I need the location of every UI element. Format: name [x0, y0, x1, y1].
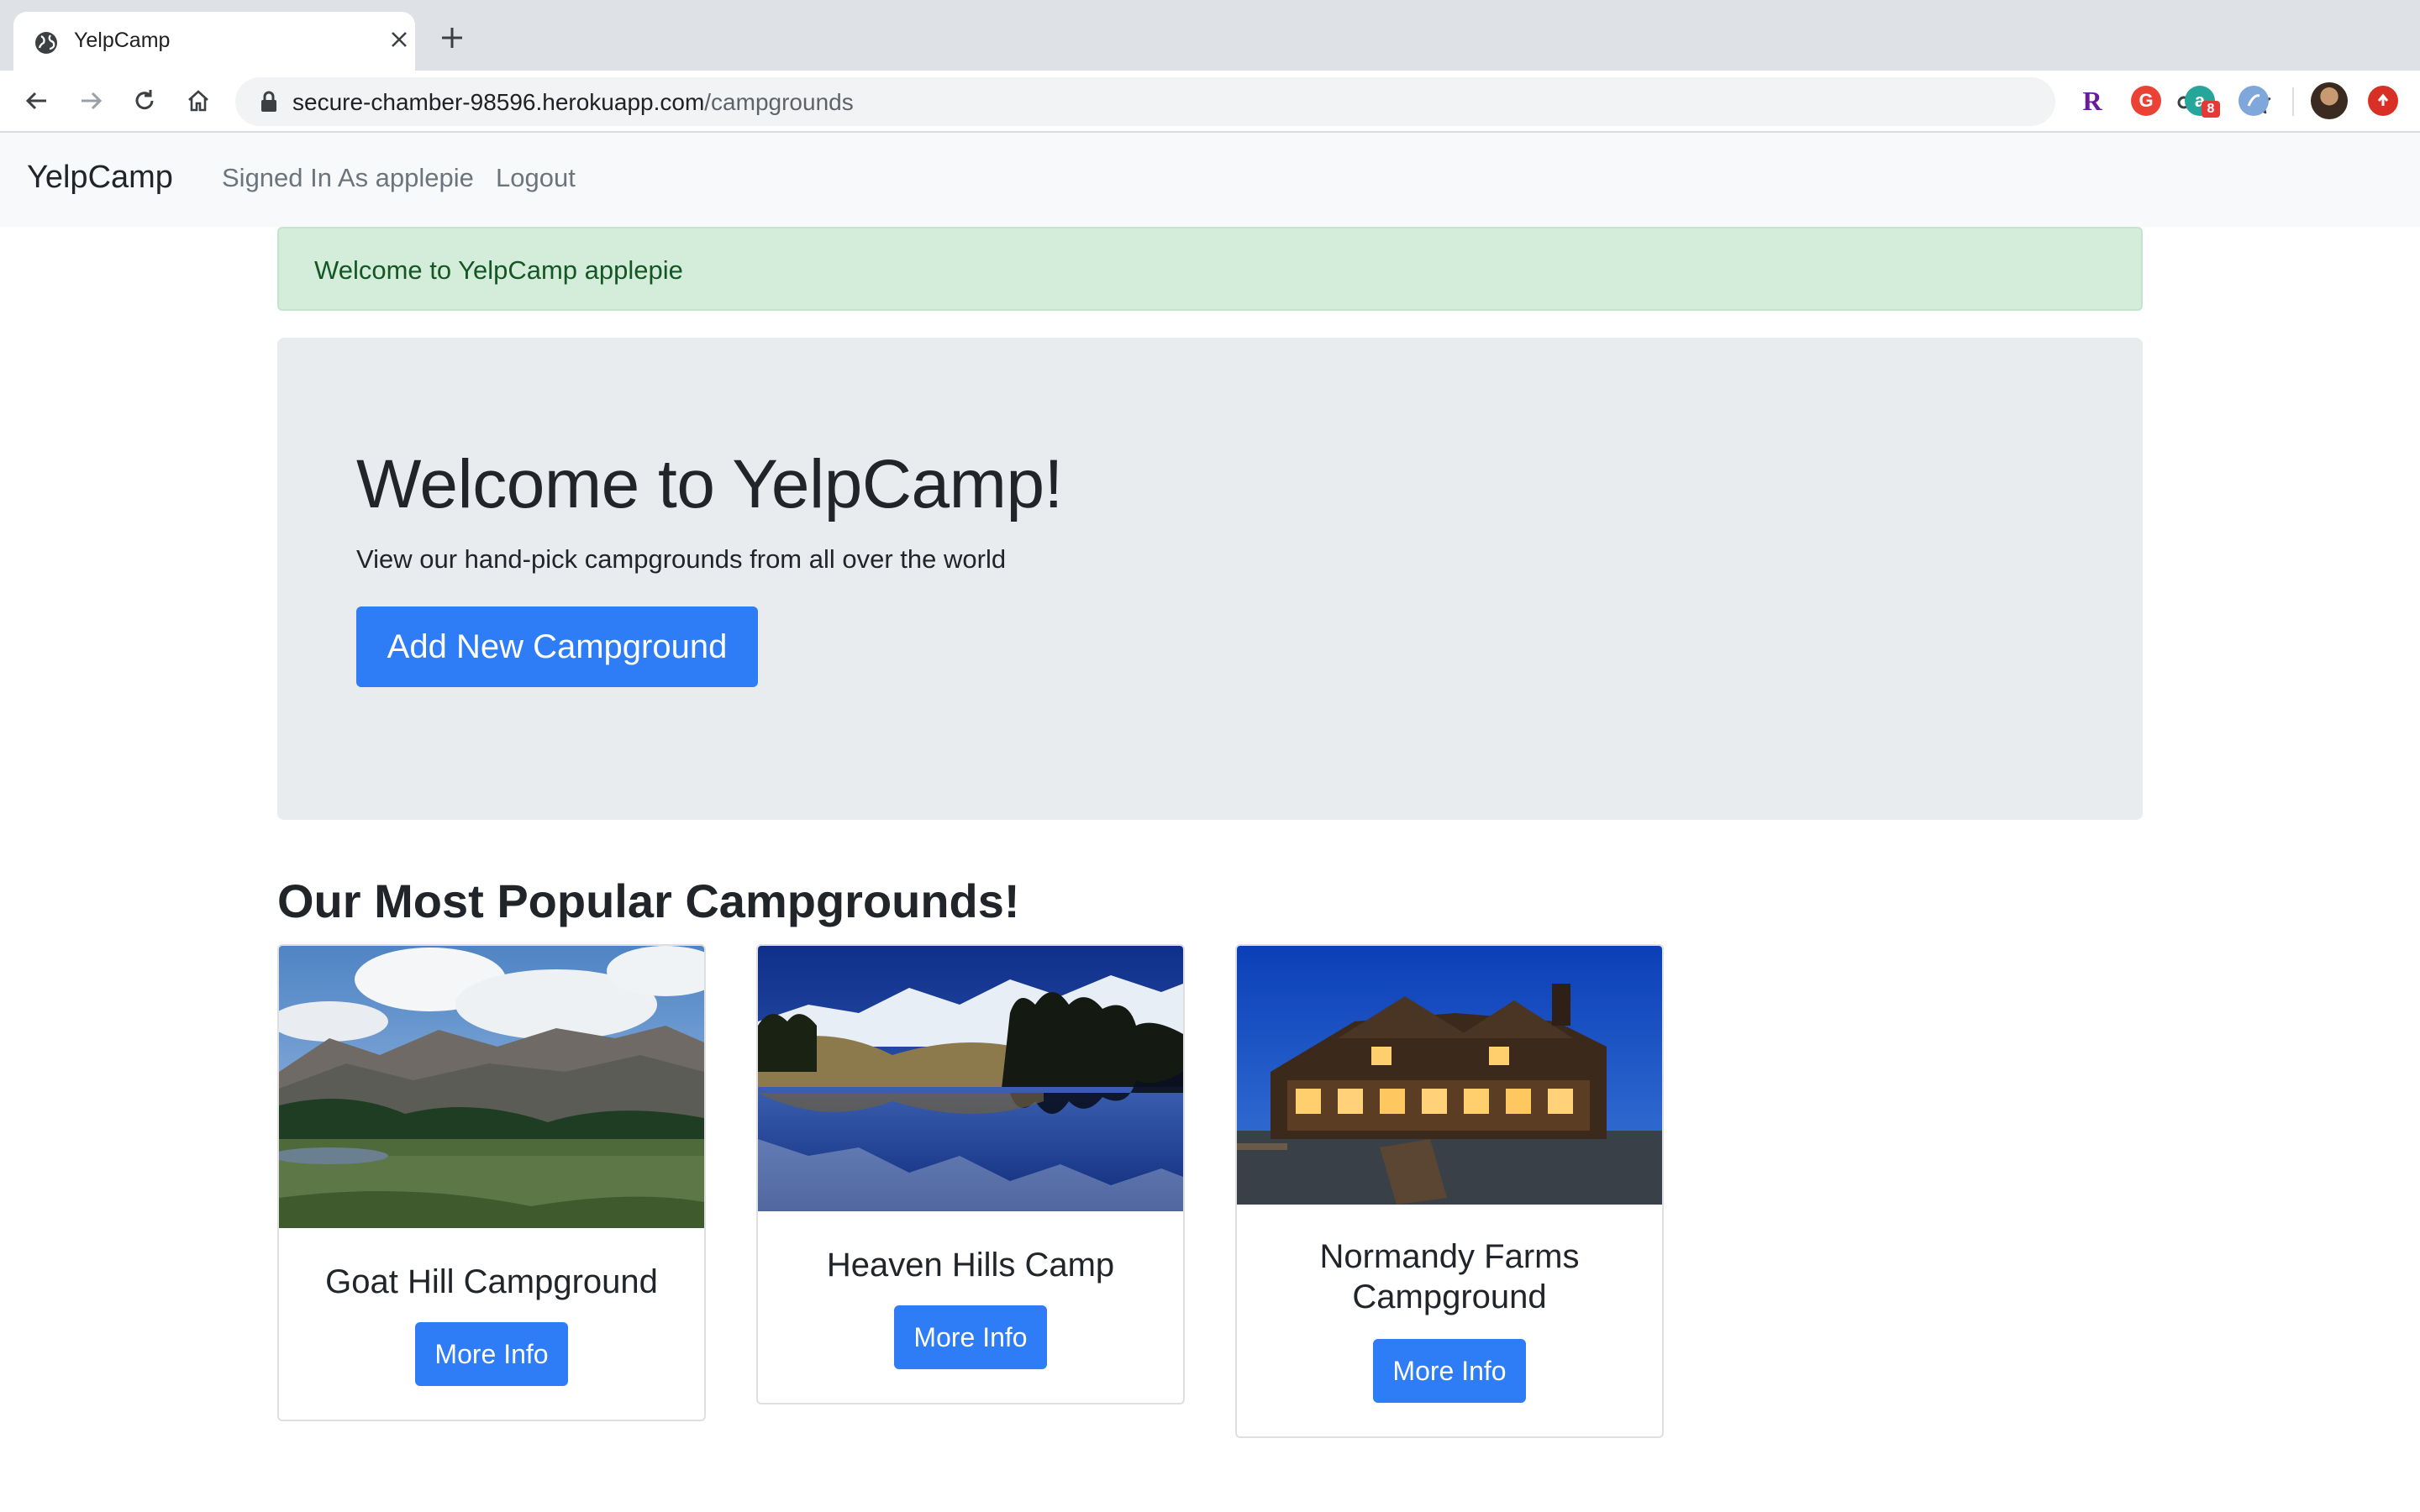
a-extension-icon[interactable]: a 8 — [2185, 86, 2220, 118]
add-campground-button[interactable]: Add New Campground — [356, 606, 758, 687]
campground-name: Goat Hill Campground — [325, 1263, 658, 1300]
r-extension-icon[interactable]: R — [2077, 86, 2107, 116]
extension-badge: 8 — [2202, 101, 2220, 118]
more-info-button[interactable]: More Info — [1373, 1339, 1526, 1403]
browser-toolbar: secure-chamber-98596.herokuapp.com/campg… — [0, 71, 2420, 133]
campground-image[interactable] — [758, 946, 1183, 1211]
new-tab-plus-icon[interactable] — [437, 24, 467, 54]
home-icon[interactable] — [180, 82, 217, 119]
alert-text: Welcome to YelpCamp applepie — [314, 255, 683, 285]
browser-tabstrip: YelpCamp — [0, 0, 2420, 71]
globe-extension-icon[interactable] — [2238, 86, 2269, 116]
address-bar[interactable]: secure-chamber-98596.herokuapp.com/campg… — [235, 77, 2271, 126]
logout-link[interactable]: Logout — [496, 163, 576, 193]
back-arrow-icon[interactable] — [18, 82, 55, 119]
campground-card: Normandy Farms Campground More Info — [1235, 944, 1664, 1438]
success-alert: Welcome to YelpCamp applepie — [277, 227, 2143, 311]
campground-card: Heaven Hills Camp More Info — [756, 944, 1185, 1404]
campground-name: Normandy Farms Campground — [1319, 1238, 1580, 1315]
tab-title: YelpCamp — [74, 29, 171, 52]
hero-jumbotron: Welcome to YelpCamp! View our hand-pick … — [277, 338, 2143, 820]
more-info-button[interactable]: More Info — [415, 1322, 568, 1386]
g-extension-icon[interactable]: G — [2131, 86, 2161, 116]
url-text[interactable]: secure-chamber-98596.herokuapp.com/campg… — [292, 89, 854, 116]
hero-title: Welcome to YelpCamp! — [356, 446, 1063, 522]
hero-subtitle: View our hand-pick campgrounds from all … — [356, 544, 1007, 574]
signed-in-link[interactable]: Signed In As applepie — [222, 163, 474, 193]
lock-icon[interactable] — [259, 91, 279, 113]
browser-tab[interactable]: YelpCamp — [13, 12, 415, 71]
campground-card: Goat Hill Campground More Info — [277, 944, 706, 1421]
more-info-button[interactable]: More Info — [894, 1305, 1047, 1369]
profile-avatar[interactable] — [2311, 82, 2348, 119]
campground-image[interactable] — [1237, 946, 1662, 1205]
tab-close-icon[interactable] — [387, 27, 412, 52]
campground-image[interactable] — [279, 946, 704, 1228]
site-navbar: YelpCamp Signed In As applepie Logout — [0, 133, 2420, 227]
toolbar-divider — [2292, 87, 2294, 116]
forward-arrow-icon[interactable] — [72, 82, 109, 119]
reload-icon[interactable] — [126, 82, 163, 119]
navbar-brand[interactable]: YelpCamp — [27, 160, 173, 196]
section-title: Our Most Popular Campgrounds! — [277, 874, 1020, 927]
globe-icon — [35, 32, 57, 54]
update-arrow-icon[interactable] — [2368, 86, 2398, 116]
campground-name: Heaven Hills Camp — [826, 1247, 1115, 1284]
